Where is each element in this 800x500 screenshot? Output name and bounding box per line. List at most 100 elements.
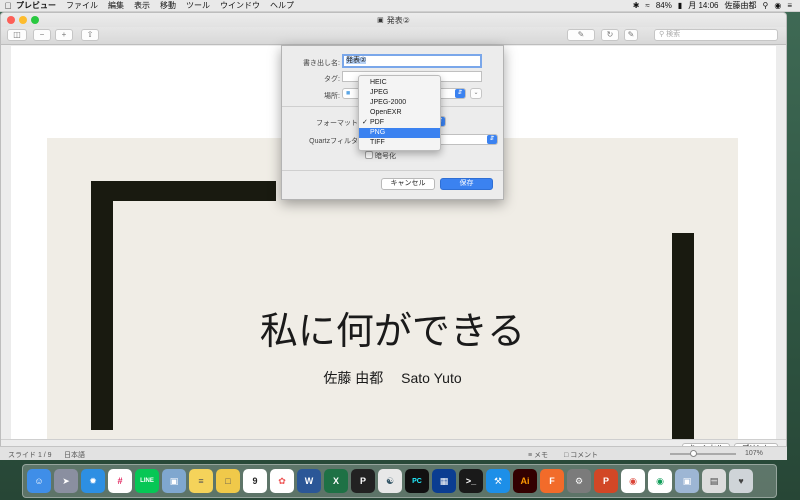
close-window-button[interactable] <box>7 16 15 24</box>
mirror-icon[interactable]: ▦ <box>432 469 456 493</box>
excel-icon[interactable]: X <box>324 469 348 493</box>
annotate-button[interactable]: ✎ <box>624 29 638 41</box>
export-as-field[interactable]: 発表② <box>342 54 482 68</box>
format-dropdown-menu: HEIC JPEG JPEG-2000 OpenEXR ✓ PDF PNG TIF… <box>358 75 441 151</box>
xcode-icon[interactable]: ⚒ <box>486 469 510 493</box>
format-option-pdf[interactable]: ✓ PDF <box>359 118 440 128</box>
comment-button[interactable]: □ コメント <box>564 450 598 460</box>
p-app-icon[interactable]: P <box>351 469 375 493</box>
share-button[interactable]: ⇧ <box>81 29 99 41</box>
format-option-tiff[interactable]: TIFF <box>359 138 440 148</box>
document-icon: ▣ <box>377 17 384 24</box>
clock[interactable]: 月 14:06 <box>688 0 718 11</box>
format-option-label: JPEG-2000 <box>370 99 407 106</box>
menu-window[interactable]: ウインドウ <box>220 0 260 11</box>
slack-icon[interactable]: # <box>108 469 132 493</box>
menu-view[interactable]: 表示 <box>134 0 150 11</box>
format-option-openexr[interactable]: OpenEXR <box>359 108 440 118</box>
markup-pen-button[interactable]: ✎ <box>567 29 595 41</box>
memo-label: メモ <box>534 452 549 459</box>
dialog-save-button[interactable]: 保存 <box>440 178 493 190</box>
toolbar: ◫ − + ⇧ ✎ ↻ ✎ ⚲ 検索 <box>1 27 786 45</box>
quartz-filter-popup[interactable]: ⇵ <box>432 134 498 145</box>
zoom-slider[interactable] <box>670 453 736 455</box>
chrome-icon[interactable]: ◉ <box>621 469 645 493</box>
format-option-label: HEIC <box>370 79 387 86</box>
checkmark-icon: ✓ <box>362 119 368 126</box>
figma-icon[interactable]: F <box>540 469 564 493</box>
preview-icon[interactable]: ▣ <box>162 469 186 493</box>
menu-bar:  プレビュー ファイル 編集 表示 移動 ツール ウインドウ ヘルプ ✱ ≈ … <box>0 0 800 12</box>
menu-edit[interactable]: 編集 <box>108 0 124 11</box>
memo-button[interactable]: ≡ メモ <box>528 450 548 460</box>
dock: ☺ ➤ ✹ # LINE ▣ ≡ □ 9 ✿ W X P ☯ PC ▦ >_ ⚒… <box>22 464 777 498</box>
slide-title: 私に何ができる <box>259 309 526 353</box>
language-indicator[interactable]: 日本語 <box>64 450 85 460</box>
chrome2-icon[interactable]: ◉ <box>648 469 672 493</box>
format-option-jpeg[interactable]: JPEG <box>359 88 440 98</box>
slide-counter: スライド 1 / 9 <box>8 452 52 459</box>
word-icon[interactable]: W <box>297 469 321 493</box>
minimize-window-button[interactable] <box>19 16 27 24</box>
launchpad-icon[interactable]: ➤ <box>54 469 78 493</box>
menu-list-icon[interactable]: ≡ <box>787 1 792 10</box>
format-label: フォーマット <box>316 120 358 127</box>
encrypt-label: 暗号化 <box>375 153 396 160</box>
search-icon[interactable]: ⚲ <box>762 1 768 10</box>
pycharm-icon[interactable]: PC <box>405 469 429 493</box>
photos2-icon[interactable]: ▣ <box>675 469 699 493</box>
window-title: 発表② <box>386 15 410 25</box>
finder-icon[interactable]: ☺ <box>27 469 51 493</box>
wifi-icon[interactable]: ≈ <box>645 1 649 10</box>
zoom-out-button[interactable]: − <box>33 29 51 41</box>
format-option-label: TIFF <box>370 139 385 146</box>
dialog-cancel-button[interactable]: キャンセル <box>381 178 435 190</box>
format-option-png[interactable]: PNG <box>359 128 440 138</box>
notes-icon[interactable]: ≡ <box>189 469 213 493</box>
terminal-icon[interactable]: >_ <box>459 469 483 493</box>
zoom-in-button[interactable]: + <box>55 29 73 41</box>
safari-icon[interactable]: ✹ <box>81 469 105 493</box>
battery-icon[interactable]: ▮ <box>678 1 682 10</box>
powerpoint-icon[interactable]: P <box>594 469 618 493</box>
rotate-button[interactable]: ↻ <box>601 29 619 41</box>
search-placeholder: 検索 <box>666 31 681 38</box>
format-option-label: OpenEXR <box>370 109 402 116</box>
zoom-slider-knob[interactable] <box>690 450 697 457</box>
tags-label: タグ: <box>324 76 340 83</box>
dialog-divider-bottom <box>282 170 503 171</box>
menu-file[interactable]: ファイル <box>66 0 98 11</box>
control-center-icon[interactable]: ◉ <box>774 1 781 10</box>
search-field[interactable]: ⚲ 検索 <box>654 29 778 41</box>
quartz-chevron-icon: ⇵ <box>487 135 497 144</box>
calendar-icon[interactable]: 9 <box>243 469 267 493</box>
menu-app-name[interactable]: プレビュー <box>16 0 56 11</box>
preferences-icon[interactable]: ⚙ <box>567 469 591 493</box>
quartz-filter-label: Quartzフィルタ <box>309 138 358 145</box>
bluetooth-icon[interactable]: ✱ <box>633 1 640 10</box>
apple-menu-icon[interactable]:  <box>0 1 16 11</box>
folder-icon: ■ <box>346 90 351 97</box>
format-option-label: PNG <box>370 129 386 136</box>
format-option-label: JPEG <box>370 89 389 96</box>
zoom-window-button[interactable] <box>31 16 39 24</box>
menu-tools[interactable]: ツール <box>186 0 210 11</box>
line-icon[interactable]: LINE <box>135 469 159 493</box>
title-bar: ▣ 発表② <box>1 13 786 27</box>
battery-percent[interactable]: 84% <box>656 1 672 10</box>
finder2-icon[interactable]: ▤ <box>702 469 726 493</box>
trash-icon[interactable]: ♥ <box>729 469 753 493</box>
zoom-level: 107% <box>745 450 763 457</box>
menu-go[interactable]: 移動 <box>160 0 176 11</box>
stickies-icon[interactable]: □ <box>216 469 240 493</box>
menu-help[interactable]: ヘルプ <box>270 0 294 11</box>
expand-dialog-button[interactable]: ⌄ <box>470 88 482 99</box>
format-option-heic[interactable]: HEIC <box>359 78 440 88</box>
format-option-jpeg2000[interactable]: JPEG-2000 <box>359 98 440 108</box>
python-icon[interactable]: ☯ <box>378 469 402 493</box>
sidebar-toggle-button[interactable]: ◫ <box>7 29 27 41</box>
encrypt-checkbox[interactable] <box>365 151 373 159</box>
photos-icon[interactable]: ✿ <box>270 469 294 493</box>
illustrator-icon[interactable]: Ai <box>513 469 537 493</box>
user-name[interactable]: 佐藤由都 <box>724 0 756 11</box>
